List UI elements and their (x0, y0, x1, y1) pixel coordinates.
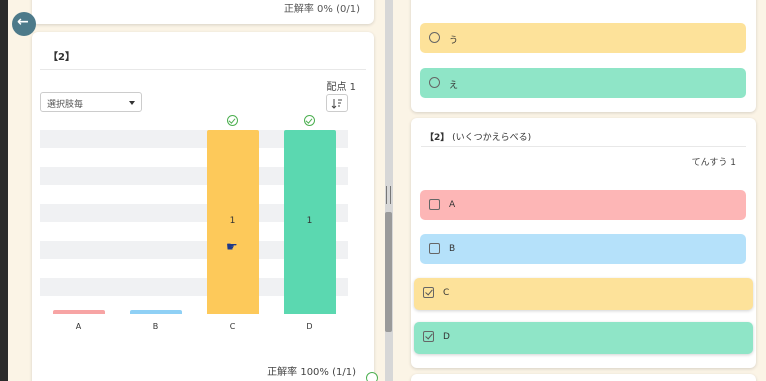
points-label: てんすう 1 (691, 158, 736, 168)
previous-question-card: 正解率 0% (0/1) (32, 0, 374, 24)
answer-pane: う え 【2】 (いくつかえらべる) てんすう 1 A B C D (401, 0, 766, 381)
x-tick-label: B (152, 322, 159, 331)
checkbox-checked-icon[interactable] (423, 331, 434, 342)
check-circle-icon (303, 115, 315, 126)
question-2-title: 【2】 (いくつかえらべる) (425, 130, 531, 143)
view-mode-value: 選択肢毎 (47, 100, 84, 110)
bar-a[interactable] (52, 310, 105, 314)
view-mode-select[interactable]: 選択肢毎 (40, 92, 142, 112)
option-label: C (443, 288, 450, 298)
option-a[interactable]: A (420, 190, 746, 220)
points-label: 配点 1 (326, 82, 356, 93)
sort-button[interactable] (326, 94, 348, 112)
divider (40, 69, 366, 70)
question-stats-card: 【2】 配点 1 選択肢毎 11 正解率 100% (1/1) ABCD (32, 32, 374, 381)
sort-icon (331, 99, 342, 109)
option-label: え (449, 81, 459, 91)
option-u[interactable]: う (420, 23, 746, 53)
question-1-card: う え (411, 0, 756, 112)
radio-icon[interactable] (429, 32, 440, 43)
check-circle-icon (366, 372, 378, 381)
x-tick-label: D (306, 322, 313, 331)
bar-chart: 11 (40, 115, 348, 314)
checkbox-checked-icon[interactable] (423, 287, 434, 298)
checkbox-icon[interactable] (429, 243, 440, 254)
bar-value-label: 1 (229, 216, 236, 226)
back-button[interactable]: ← (12, 12, 36, 36)
bar-b[interactable] (129, 310, 182, 314)
x-tick-label: C (229, 322, 236, 331)
question-3-card (411, 374, 756, 381)
option-b[interactable]: B (420, 234, 746, 264)
question-title: 【2】 (48, 52, 75, 63)
arrow-left-icon: ← (17, 14, 29, 30)
checkbox-icon[interactable] (429, 199, 440, 210)
option-c[interactable]: C (414, 278, 753, 310)
check-circle-icon (226, 115, 238, 126)
hand-cursor-icon: ☛ (226, 240, 238, 255)
option-label: う (449, 36, 459, 46)
splitter-grip-icon[interactable] (386, 186, 391, 204)
window-edge (0, 0, 8, 381)
option-label: B (449, 244, 456, 254)
x-tick-label: A (75, 322, 82, 331)
divider (421, 146, 746, 147)
left-scrollbar-thumb[interactable] (385, 212, 392, 332)
bar-value-label: 1 (306, 216, 313, 226)
option-e[interactable]: え (420, 68, 746, 98)
stats-pane: 正解率 0% (0/1) 【2】 配点 1 選択肢毎 11 正解率 100% (… (8, 0, 385, 381)
question-2-number: 【2】 (425, 133, 450, 143)
previous-correct-rate: 正解率 0% (0/1) (283, 4, 360, 15)
chevron-down-icon (129, 101, 135, 105)
option-d[interactable]: D (414, 322, 753, 354)
option-label: A (449, 200, 456, 210)
option-label: D (443, 332, 450, 342)
correct-rate: 正解率 100% (1/1) (267, 367, 356, 378)
question-2-hint: (いくつかえらべる) (452, 133, 532, 143)
question-2-card: 【2】 (いくつかえらべる) てんすう 1 A B C D (411, 118, 756, 368)
radio-icon[interactable] (429, 77, 440, 88)
